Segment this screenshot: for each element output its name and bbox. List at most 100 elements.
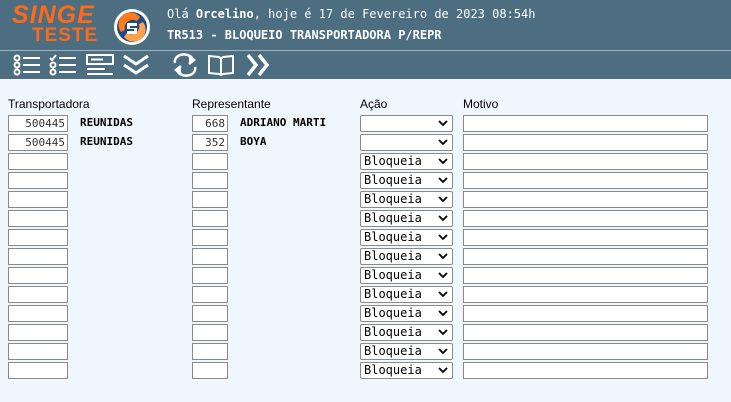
acao-select[interactable]: Bloqueia [360, 305, 453, 322]
acao-select[interactable]: Bloqueia [360, 343, 453, 360]
acao-select[interactable] [360, 134, 453, 151]
motivo-input[interactable] [463, 324, 708, 341]
transportadora-code-input[interactable] [8, 229, 68, 246]
transportadora-code-input[interactable] [8, 248, 68, 265]
motivo-input[interactable] [463, 115, 708, 132]
table-row: Bloqueia [0, 324, 731, 341]
transportadora-code-input[interactable]: 500445 [8, 115, 68, 132]
chevron-down-icon [438, 196, 448, 203]
column-header-transportadora: Transportadora [8, 97, 90, 111]
table-row: Bloqueia [0, 153, 731, 170]
chevron-down-icon [438, 139, 448, 146]
checklist-icon[interactable] [48, 52, 78, 78]
acao-select[interactable]: Bloqueia [360, 286, 453, 303]
acao-select-value: Bloqueia [364, 344, 422, 358]
representante-code-input[interactable]: 352 [192, 134, 228, 151]
motivo-input[interactable] [463, 191, 708, 208]
table-row: 500445 REUNIDAS 668 ADRIANO MARTI [0, 115, 731, 132]
screen-title: TR513 - BLOQUEIO TRANSPORTADORA P/REPR [167, 28, 442, 42]
representante-code-input[interactable] [192, 191, 228, 208]
acao-select[interactable]: Bloqueia [360, 191, 453, 208]
table-row: Bloqueia [0, 172, 731, 189]
transportadora-code-input[interactable] [8, 343, 68, 360]
acao-select-value: Bloqueia [364, 230, 422, 244]
representante-code-input[interactable]: 668 [192, 115, 228, 132]
transportadora-code-input[interactable] [8, 362, 68, 379]
app-logo-subtitle: TESTE [32, 25, 99, 46]
acao-select-value: Bloqueia [364, 192, 422, 206]
refresh-icon[interactable] [170, 52, 200, 78]
acao-select[interactable] [360, 115, 453, 132]
acao-select-value: Bloqueia [364, 211, 422, 225]
representante-name: ADRIANO MARTI [240, 116, 327, 129]
motivo-input[interactable] [463, 343, 708, 360]
motivo-input[interactable] [463, 153, 708, 170]
motivo-input[interactable] [463, 286, 708, 303]
chevron-down-icon [438, 291, 448, 298]
double-chevron-down-icon[interactable] [121, 52, 151, 78]
motivo-input[interactable] [463, 362, 708, 379]
motivo-input[interactable] [463, 134, 708, 151]
representante-code-input[interactable] [192, 362, 228, 379]
transportadora-code-input[interactable] [8, 191, 68, 208]
motivo-input[interactable] [463, 248, 708, 265]
table-row: Bloqueia [0, 248, 731, 265]
greeting-text: Olá Orcelino, hoje é 17 de Fevereiro de … [167, 7, 536, 21]
acao-select[interactable]: Bloqueia [360, 229, 453, 246]
form-icon[interactable] [85, 52, 115, 78]
chevron-down-icon [438, 253, 448, 260]
transportadora-code-input[interactable]: 500445 [8, 134, 68, 151]
transportadora-code-input[interactable] [8, 153, 68, 170]
representante-code-input[interactable] [192, 229, 228, 246]
transportadora-code-input[interactable] [8, 286, 68, 303]
table-row: Bloqueia [0, 286, 731, 303]
list-icon[interactable] [12, 52, 42, 78]
book-icon[interactable] [206, 52, 236, 78]
acao-select-value: Bloqueia [364, 325, 422, 339]
table-row: Bloqueia [0, 343, 731, 360]
representante-name: BOYA [240, 135, 267, 148]
representante-code-input[interactable] [192, 172, 228, 189]
acao-select[interactable]: Bloqueia [360, 172, 453, 189]
representante-code-input[interactable] [192, 267, 228, 284]
chevron-down-icon [438, 329, 448, 336]
motivo-input[interactable] [463, 210, 708, 227]
acao-select[interactable]: Bloqueia [360, 324, 453, 341]
transportadora-code-input[interactable] [8, 172, 68, 189]
motivo-input[interactable] [463, 305, 708, 322]
chevron-down-icon [438, 310, 448, 317]
chevron-down-icon [438, 215, 448, 222]
transportadora-name: REUNIDAS [80, 135, 133, 148]
representante-code-input[interactable] [192, 153, 228, 170]
transportadora-code-input[interactable] [8, 324, 68, 341]
acao-select[interactable]: Bloqueia [360, 267, 453, 284]
acao-select-value: Bloqueia [364, 287, 422, 301]
motivo-input[interactable] [463, 172, 708, 189]
double-chevron-right-icon[interactable] [243, 52, 273, 78]
acao-select[interactable]: Bloqueia [360, 153, 453, 170]
transportadora-code-input[interactable] [8, 210, 68, 227]
motivo-input[interactable] [463, 267, 708, 284]
logo-icon [114, 9, 150, 45]
representante-code-input[interactable] [192, 210, 228, 227]
representante-code-input[interactable] [192, 324, 228, 341]
transportadora-code-input[interactable] [8, 305, 68, 322]
chevron-down-icon [438, 234, 448, 241]
representante-code-input[interactable] [192, 286, 228, 303]
acao-select[interactable]: Bloqueia [360, 362, 453, 379]
column-header-acao: Ação [360, 97, 388, 111]
acao-select[interactable]: Bloqueia [360, 210, 453, 227]
chevron-down-icon [438, 158, 448, 165]
acao-select[interactable]: Bloqueia [360, 248, 453, 265]
chevron-down-icon [438, 177, 448, 184]
chevron-down-icon [438, 367, 448, 374]
app-logo-text: SINGE [12, 1, 95, 29]
representante-code-input[interactable] [192, 343, 228, 360]
representante-code-input[interactable] [192, 305, 228, 322]
column-header-motivo: Motivo [463, 97, 499, 111]
motivo-input[interactable] [463, 229, 708, 246]
representante-code-input[interactable] [192, 248, 228, 265]
chevron-down-icon [438, 120, 448, 127]
transportadora-code-input[interactable] [8, 267, 68, 284]
acao-select-value: Bloqueia [364, 306, 422, 320]
